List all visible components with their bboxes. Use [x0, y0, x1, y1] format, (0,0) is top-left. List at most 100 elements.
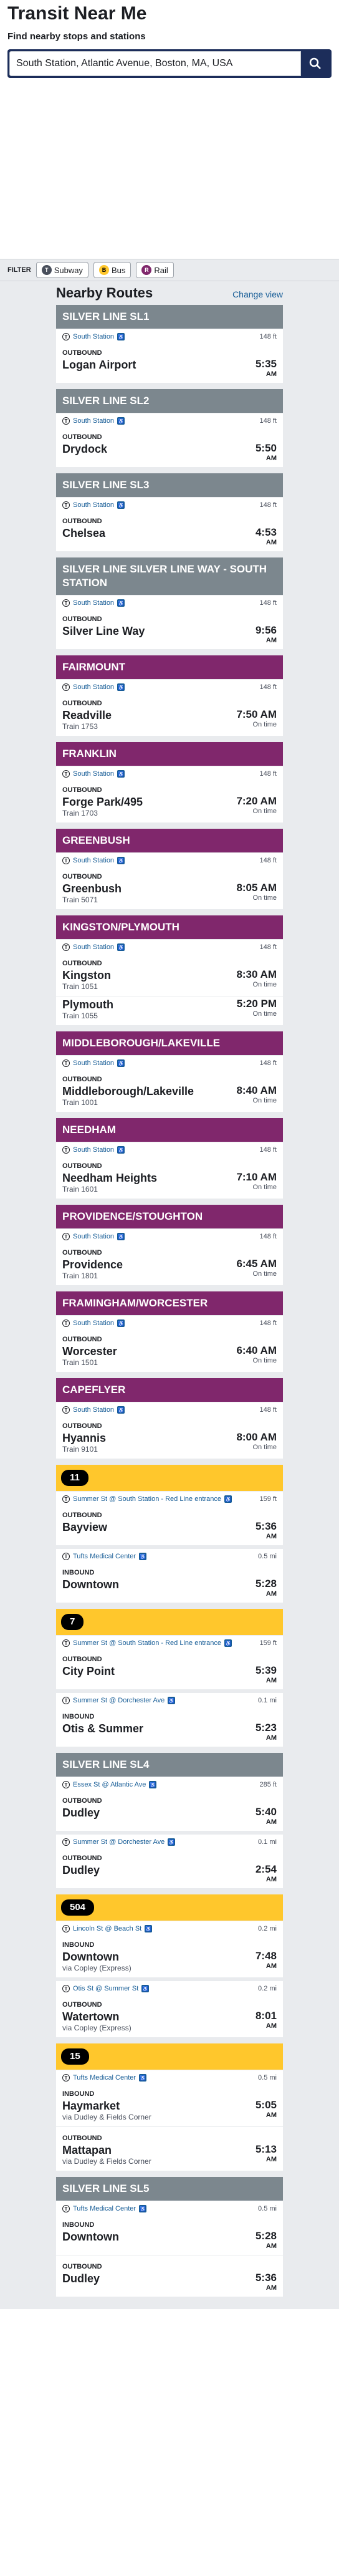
route-header[interactable]: PROVIDENCE/STOUGHTON	[56, 1205, 283, 1228]
route-header[interactable]: FAIRMOUNT	[56, 655, 283, 679]
stop-icon: T	[62, 1495, 70, 1503]
trip-sub: via Copley (Express)	[62, 1964, 131, 1972]
trip-row[interactable]: Readville Train 1753 7:50 AM On time	[56, 707, 283, 736]
route-header[interactable]: 504	[56, 1894, 283, 1921]
route-header[interactable]: SILVER LINE SL3	[56, 473, 283, 497]
trip-row[interactable]: Forge Park/495 Train 1703 7:20 AM On time	[56, 794, 283, 822]
route-name: 7	[61, 1614, 84, 1630]
headsign: Dudley	[62, 2272, 100, 2285]
direction-label: OUTBOUND	[62, 1512, 102, 1519]
filter-label: FILTER	[7, 266, 31, 274]
route-header[interactable]: SILVER LINE SL4	[56, 1753, 283, 1777]
accessible-icon: ♿	[224, 1495, 232, 1503]
trip-row[interactable]: Dudley 2:54 AM	[56, 1862, 283, 1888]
trip-row[interactable]: Greenbush Train 5071 8:05 AM On time	[56, 880, 283, 909]
stop-info: T Summer St @ Dorchester Ave ♿	[62, 1697, 176, 1704]
filter-rail-button[interactable]: R Rail	[136, 262, 174, 278]
accessible-icon: ♿	[168, 1838, 176, 1846]
trip-row[interactable]: Kingston Train 1051 8:30 AM On time	[56, 967, 283, 996]
trip-row[interactable]: Chelsea 4:53 AM	[56, 525, 283, 551]
stop-info: T South Station ♿	[62, 1059, 125, 1067]
trip-row[interactable]: Downtown 5:28 AM	[56, 1576, 283, 1603]
trip-row[interactable]: Downtown via Copley (Express) 7:48 AM	[56, 1949, 283, 1977]
accessible-icon: ♿	[117, 1059, 125, 1067]
change-view-link[interactable]: Change view	[232, 289, 283, 299]
route-header[interactable]: 7	[56, 1609, 283, 1635]
stop-name-link[interactable]: Summer St @ Dorchester Ave	[73, 1697, 165, 1704]
route-header[interactable]: SILVER LINE SL1	[56, 305, 283, 329]
route-header[interactable]: NEEDHAM	[56, 1118, 283, 1142]
trip-info: Needham Heights Train 1601	[62, 1171, 157, 1194]
trip-row[interactable]: Silver Line Way 9:56 AM	[56, 623, 283, 649]
route-header[interactable]: SILVER LINE SL2	[56, 389, 283, 413]
trip-row[interactable]: Downtown 5:28 AM	[56, 2229, 283, 2255]
trip-row[interactable]: Mattapan via Dudley & Fields Corner 5:13 AM	[56, 2142, 283, 2171]
departure-time: 7:20 AM	[236, 795, 277, 807]
route-header[interactable]: SILVER LINE SILVER LINE WAY - SOUTH STAT…	[56, 557, 283, 595]
stop-name-link[interactable]: Summer St @ South Station - Red Line ent…	[73, 1495, 221, 1503]
headsign: Mattapan	[62, 2144, 112, 2156]
stop-name-link[interactable]: Essex St @ Atlantic Ave	[73, 1781, 146, 1788]
filter-subway-button[interactable]: T Subway	[36, 262, 88, 278]
stop-name-link[interactable]: South Station	[73, 501, 114, 509]
trip-status: On time	[252, 1010, 277, 1018]
stop-name-link[interactable]: Tufts Medical Center	[73, 2074, 136, 2082]
stop-name-link[interactable]: Tufts Medical Center	[73, 1553, 136, 1560]
route-header[interactable]: 15	[56, 2043, 283, 2070]
route-header[interactable]: SILVER LINE SL5	[56, 2177, 283, 2201]
stop-name-link[interactable]: South Station	[73, 1406, 114, 1414]
filter-bus-button[interactable]: B Bus	[93, 262, 131, 278]
trip-row[interactable]: Logan Airport 5:35 AM	[56, 357, 283, 383]
stop-name-link[interactable]: Summer St @ South Station - Red Line ent…	[73, 1639, 221, 1647]
time-ampm: AM	[265, 2156, 277, 2163]
stop-section: T Essex St @ Atlantic Ave ♿ 285 ft OUTBOUND D…	[56, 1777, 283, 1831]
stop-name-link[interactable]: South Station	[73, 417, 114, 425]
stop-name-link[interactable]: South Station	[73, 599, 114, 607]
trip-row[interactable]: Dudley 5:40 AM	[56, 1805, 283, 1831]
stop-name-link[interactable]: South Station	[73, 1319, 114, 1327]
stop-name-link[interactable]: South Station	[73, 770, 114, 778]
stop-name-link[interactable]: South Station	[73, 1233, 114, 1240]
route-header[interactable]: MIDDLEBOROUGH/LAKEVILLE	[56, 1031, 283, 1055]
trip-row[interactable]: Plymouth Train 1055 5:20 PM On time	[56, 996, 283, 1025]
trip-row[interactable]: Dudley 5:36 AM	[56, 2270, 283, 2297]
trip-row[interactable]: City Point 5:39 AM	[56, 1663, 283, 1689]
time-block: 8:01 AM	[255, 2010, 277, 2030]
stop-name-link[interactable]: Otis St @ Summer St	[73, 1985, 138, 1992]
stop-icon: T	[62, 599, 70, 607]
route-header[interactable]: GREENBUSH	[56, 829, 283, 852]
route-header[interactable]: 11	[56, 1465, 283, 1491]
stop-name-link[interactable]: South Station	[73, 857, 114, 864]
stop-name-link[interactable]: Tufts Medical Center	[73, 2205, 136, 2212]
route-header[interactable]: FRAMINGHAM/WORCESTER	[56, 1291, 283, 1315]
trip-row[interactable]: Needham Heights Train 1601 7:10 AM On time	[56, 1170, 283, 1199]
trip-row[interactable]: Drydock 5:50 AM	[56, 441, 283, 467]
stop-name-link[interactable]: Summer St @ Dorchester Ave	[73, 1838, 165, 1846]
trip-row[interactable]: Bayview 5:36 AM	[56, 1519, 283, 1545]
stop-section: T South Station ♿ 148 ft OUTBOUND Forge Park/…	[56, 766, 283, 822]
trip-row[interactable]: Watertown via Copley (Express) 8:01 AM	[56, 2009, 283, 2037]
page-header: Transit Near Me Find nearby stops and st…	[0, 0, 339, 78]
route-header[interactable]: CAPEFLYER	[56, 1378, 283, 1402]
trip-row[interactable]: Providence Train 1801 6:45 AM On time	[56, 1257, 283, 1285]
search-input[interactable]	[9, 51, 301, 76]
trip-row[interactable]: Otis & Summer 5:23 AM	[56, 1720, 283, 1747]
stop-name-link[interactable]: South Station	[73, 1146, 114, 1154]
direction-label: OUTBOUND	[62, 615, 102, 623]
search-button[interactable]	[301, 51, 330, 76]
trip-row[interactable]: Middleborough/Lakeville Train 1001 8:40 AM…	[56, 1083, 283, 1112]
departure-time: 5:36	[255, 1520, 277, 1532]
stop-name-link[interactable]: Lincoln St @ Beach St	[73, 1925, 141, 1932]
stop-name-link[interactable]: South Station	[73, 683, 114, 691]
trip-row[interactable]: Haymarket via Dudley & Fields Corner 5:05 A…	[56, 2098, 283, 2127]
stop-name-link[interactable]: South Station	[73, 1059, 114, 1067]
route-card: 15 T Tufts Medical Center ♿ 0.5 mi INBOUND Hay…	[56, 2043, 283, 2171]
route-header[interactable]: FRANKLIN	[56, 742, 283, 766]
map-area[interactable]	[0, 78, 339, 259]
stop-name-link[interactable]: South Station	[73, 943, 114, 951]
departure-time: 7:10 AM	[236, 1171, 277, 1183]
route-header[interactable]: KINGSTON/PLYMOUTH	[56, 915, 283, 939]
trip-row[interactable]: Hyannis Train 9101 8:00 AM On time	[56, 1430, 283, 1459]
trip-row[interactable]: Worcester Train 1501 6:40 AM On time	[56, 1343, 283, 1372]
stop-name-link[interactable]: South Station	[73, 333, 114, 340]
